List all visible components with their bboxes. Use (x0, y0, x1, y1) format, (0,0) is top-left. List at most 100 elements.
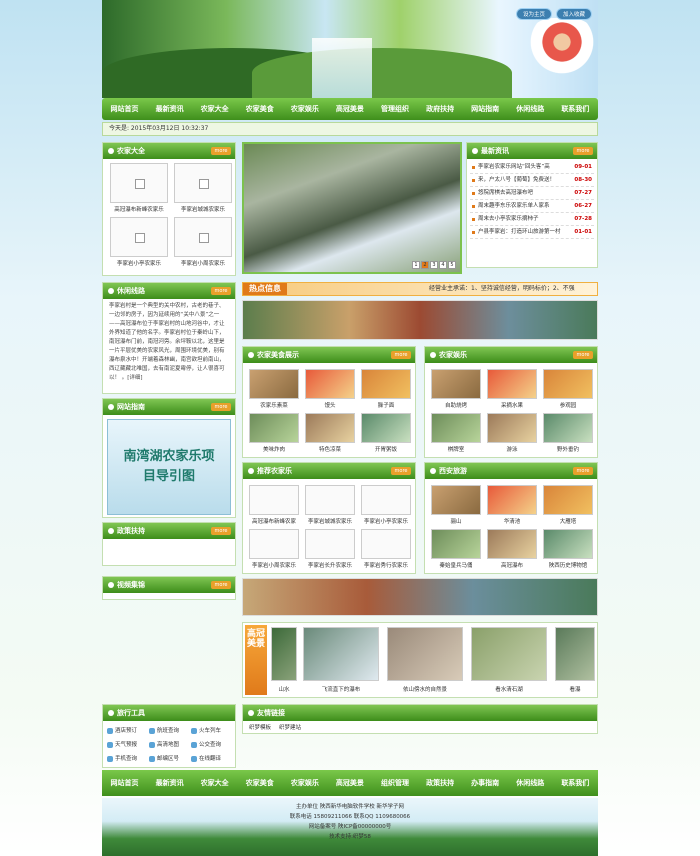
thumbnail-caption[interactable]: 华清池 (484, 517, 540, 525)
scenery-caption[interactable]: 看水清石湖 (471, 685, 547, 693)
guide-image[interactable]: 南湾湖农家乐项目导引图 (107, 419, 231, 515)
news-title[interactable]: 周末趣李东乐农家乐单人家系 (478, 203, 550, 209)
thumbnail-image[interactable] (361, 485, 411, 515)
thumbnail-image[interactable] (431, 369, 481, 399)
thumbnail-image[interactable] (431, 529, 481, 559)
news-item[interactable]: 周末趣李东乐农家乐单人家系 06-27 (470, 200, 594, 213)
more-button[interactable]: more (391, 351, 411, 359)
footer-nav-item[interactable]: 办事指南 (471, 778, 499, 788)
footer-nav-item[interactable]: 政策扶持 (426, 778, 454, 788)
slider-page-button[interactable]: 1 (412, 261, 420, 269)
thumbnail-image[interactable] (487, 485, 537, 515)
more-button[interactable]: more (211, 147, 231, 155)
thumbnail-caption[interactable]: 农家乐素菜 (246, 401, 302, 409)
travel-tool-link[interactable]: 航班查询 (149, 725, 189, 737)
image-slider[interactable]: 12345 (242, 142, 462, 274)
footer-nav-item[interactable]: 高冠美景 (336, 778, 364, 788)
thumbnail-caption[interactable]: 陕西历史博物馆 (540, 561, 596, 569)
nav-item[interactable]: 休闲线路 (516, 104, 544, 114)
thumbnail-image[interactable] (487, 369, 537, 399)
news-item[interactable]: 悠院席棋去高冠瀑布吧 07-27 (470, 187, 594, 200)
footer-nav-item[interactable]: 最新资讯 (156, 778, 184, 788)
footer-nav-item[interactable]: 农家娱乐 (291, 778, 319, 788)
news-item[interactable]: 周末去小亭农家乐摘柿子 07-28 (470, 213, 594, 226)
thumbnail-caption[interactable]: 美味炸肉 (246, 445, 302, 453)
nav-item[interactable]: 农家美食 (246, 104, 274, 114)
thumbnail-image[interactable] (305, 485, 355, 515)
news-title[interactable]: 李家岩农家乐网站“回头客”高 (478, 164, 550, 170)
thumbnail-caption[interactable]: 参观园 (540, 401, 596, 409)
thumbnail-caption[interactable]: 游泳 (484, 445, 540, 453)
more-button[interactable]: more (211, 403, 231, 411)
scenery-image[interactable] (271, 627, 297, 681)
footer-nav-item[interactable]: 休闲线路 (516, 778, 544, 788)
thumbnail-image[interactable] (487, 529, 537, 559)
footer-nav-item[interactable]: 网站首页 (111, 778, 139, 788)
thumbnail-image[interactable] (361, 369, 411, 399)
thumbnail-image[interactable] (249, 485, 299, 515)
nav-item[interactable]: 农家娱乐 (291, 104, 319, 114)
more-button[interactable]: more (211, 527, 231, 535)
thumbnail-image[interactable] (361, 529, 411, 559)
thumbnail-image[interactable] (305, 369, 355, 399)
nav-item[interactable]: 农家大全 (201, 104, 229, 114)
more-button[interactable]: more (573, 351, 593, 359)
slider-page-button[interactable]: 4 (439, 261, 447, 269)
travel-tool-link[interactable]: 手机查询 (107, 753, 147, 765)
scenery-image[interactable] (303, 627, 379, 681)
nav-item[interactable]: 最新资讯 (156, 104, 184, 114)
slider-page-button[interactable]: 2 (421, 261, 429, 269)
thumbnail-caption[interactable]: 臊子面 (358, 401, 414, 409)
scenery-image[interactable] (555, 627, 595, 681)
more-button[interactable]: more (573, 467, 593, 475)
nav-item[interactable]: 网站首页 (111, 104, 139, 114)
travel-tool-link[interactable]: 酒店预订 (107, 725, 147, 737)
slider-page-button[interactable]: 3 (430, 261, 438, 269)
thumbnail-caption[interactable]: 大雁塔 (540, 517, 596, 525)
news-title[interactable]: 周末去小亭农家乐摘柿子 (478, 216, 539, 222)
nav-item[interactable]: 高冠美景 (336, 104, 364, 114)
hot-info-marquee[interactable]: 经营业主承诺：1、坚持诚信经营，明码标价；2、不强 (429, 283, 597, 295)
thumbnail-image[interactable] (249, 369, 299, 399)
thumbnail-caption[interactable]: 馒头 (302, 401, 358, 409)
thumbnail-image[interactable] (305, 413, 355, 443)
footer-nav-item[interactable]: 联系我们 (561, 778, 589, 788)
thumbnail-image[interactable] (543, 529, 593, 559)
thumbnail-image[interactable] (305, 529, 355, 559)
thumbnail-caption[interactable]: 自助烧烤 (428, 401, 484, 409)
farm-item[interactable]: 李家岩小亭农家乐 (107, 259, 171, 267)
thumbnail-image[interactable] (249, 413, 299, 443)
travel-tool-link[interactable]: 火车列车 (191, 725, 231, 737)
scenery-caption[interactable]: 山水 (271, 685, 297, 693)
thumbnail-image[interactable] (249, 529, 299, 559)
scenery-image[interactable] (387, 627, 463, 681)
thumbnail-caption[interactable]: 骊山 (428, 517, 484, 525)
thumbnail-caption[interactable]: 李家岩秀行农家乐 (358, 561, 414, 569)
scenery-image[interactable] (471, 627, 547, 681)
thumbnail-caption[interactable]: 李家岩小亭农家乐 (358, 517, 414, 525)
news-title[interactable]: 悠院席棋去高冠瀑布吧 (478, 190, 533, 196)
friend-link[interactable]: 织梦建站 (279, 725, 301, 731)
nav-item[interactable]: 联系我们 (561, 104, 589, 114)
nav-item[interactable]: 管理组织 (381, 104, 409, 114)
news-item[interactable]: 来，户太八号【葡萄】免费送！ 08-30 (470, 174, 594, 187)
footer-nav-item[interactable]: 组织管理 (381, 778, 409, 788)
news-item[interactable]: 户县李家岩：打造环山旅游第一村 01-01 (470, 226, 594, 239)
travel-tool-link[interactable]: 天气预报 (107, 739, 147, 751)
travel-tool-link[interactable]: 在线翻译 (191, 753, 231, 765)
set-homepage-link[interactable]: 设为主页 (515, 8, 552, 20)
thumbnail-caption[interactable]: 李家岩小周农家乐 (246, 561, 302, 569)
add-favorite-link[interactable]: 加入收藏 (555, 8, 592, 20)
footer-nav-item[interactable]: 农家大全 (201, 778, 229, 788)
travel-tool-link[interactable]: 高清地图 (149, 739, 189, 751)
thumbnail-caption[interactable]: 李家岩城城农家乐 (302, 517, 358, 525)
footer-nav-item[interactable]: 农家美食 (246, 778, 274, 788)
thumbnail-image[interactable] (487, 413, 537, 443)
more-button[interactable]: more (573, 147, 593, 155)
thumbnail-caption[interactable]: 特色凉菜 (302, 445, 358, 453)
more-button[interactable]: more (211, 581, 231, 589)
news-title[interactable]: 来，户太八号【葡萄】免费送！ (478, 177, 555, 183)
thumbnail-image[interactable] (361, 413, 411, 443)
travel-tool-link[interactable]: 公交查询 (191, 739, 231, 751)
more-button[interactable]: more (211, 287, 231, 295)
